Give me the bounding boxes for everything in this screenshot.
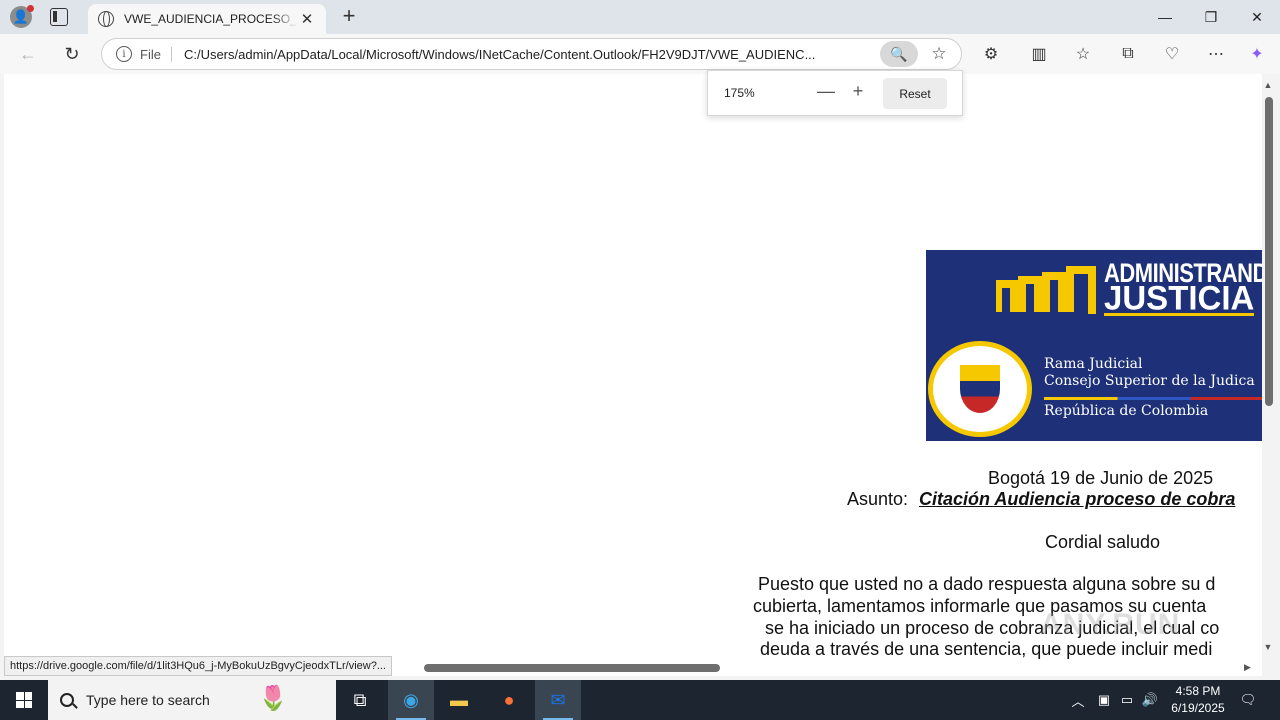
tab-close-icon[interactable]: ✕ xyxy=(298,10,316,28)
banner-consejo: Consejo Superior de la Judica xyxy=(1044,373,1255,389)
minimize-button[interactable]: — xyxy=(1142,0,1188,34)
copilot-icon[interactable]: ✦ xyxy=(1246,43,1268,65)
file-explorer-icon[interactable]: ▬ xyxy=(436,680,482,720)
page-content: ADMINISTRANDO JUSTICIA Rama Judicial Con… xyxy=(4,74,1262,676)
zoom-indicator-icon[interactable]: 🔍 xyxy=(880,41,918,67)
search-icon xyxy=(60,693,74,707)
site-info-icon[interactable]: i xyxy=(116,46,132,62)
banner-line2: JUSTICIA xyxy=(1104,278,1255,317)
title-bar: 👤 VWE_AUDIENCIA_PROCESO_REF ✕ + — ❐ ✕ xyxy=(0,0,1280,34)
task-view-icon[interactable]: ⧉ xyxy=(337,680,383,720)
close-window-button[interactable]: ✕ xyxy=(1234,0,1280,34)
search-placeholder: Type here to search xyxy=(86,692,210,708)
extensions-icon[interactable]: ⚙ xyxy=(980,43,1002,65)
show-hidden-icons-icon[interactable]: ︿ xyxy=(1068,680,1088,720)
globe-icon xyxy=(98,11,114,27)
add-favorite-star-icon[interactable]: ☆ xyxy=(928,43,950,65)
banner-flag-stripe xyxy=(1044,397,1262,400)
paragraph-line: deuda a través de una sentencia, que pue… xyxy=(760,639,1213,659)
banner-underline xyxy=(1104,313,1254,316)
start-button[interactable] xyxy=(0,680,48,720)
clock-date: 6/19/2025 xyxy=(1171,701,1225,715)
zoom-out-button[interactable]: — xyxy=(816,81,836,102)
paragraph-line: Puesto que usted no a dado respuesta alg… xyxy=(758,574,1216,594)
back-button[interactable]: ← xyxy=(16,42,40,66)
vertical-scrollbar[interactable]: ▲ ▼ xyxy=(1262,80,1274,660)
tab-active[interactable]: VWE_AUDIENCIA_PROCESO_REF ✕ xyxy=(88,4,326,34)
banner-rama: Rama Judicial xyxy=(1044,356,1143,372)
tab-actions-icon[interactable] xyxy=(50,8,68,26)
browser-toolbar: ← ↻ i File C:/Users/admin/AppData/Local/… xyxy=(0,34,1280,74)
collections-icon[interactable]: ⧉ xyxy=(1117,43,1139,65)
outlook-icon[interactable]: ✉ xyxy=(535,680,581,720)
vertical-scroll-thumb[interactable] xyxy=(1265,97,1273,406)
administrando-justicia-logo-icon xyxy=(996,266,1096,314)
device-icon[interactable]: ▣ xyxy=(1094,680,1114,720)
url-text[interactable]: C:/Users/admin/AppData/Local/Microsoft/W… xyxy=(184,47,868,62)
banner-republica: República de Colombia xyxy=(1044,403,1209,419)
scroll-down-icon[interactable]: ▼ xyxy=(1263,642,1273,652)
volume-icon[interactable]: 🔊 xyxy=(1140,680,1160,720)
network-icon[interactable]: ▭ xyxy=(1117,680,1137,720)
zoom-reset-button[interactable]: Reset xyxy=(883,78,947,109)
scroll-right-icon[interactable]: ▶ xyxy=(1244,662,1251,673)
subject-label: Asunto: xyxy=(847,489,909,509)
profile-notification-badge xyxy=(27,5,34,12)
address-bar[interactable]: i File C:/Users/admin/AppData/Local/Micr… xyxy=(101,38,962,70)
watermark-logo: ANY.RUN xyxy=(1040,608,1181,641)
file-scheme-label: File xyxy=(140,46,172,62)
date-line: Bogotá 19 de Junio de 2025 xyxy=(988,468,1214,488)
favorites-icon[interactable]: ☆ xyxy=(1072,43,1094,65)
subject-value[interactable]: Citación Audiencia proceso de cobra xyxy=(919,489,1235,510)
clock-time: 4:58 PM xyxy=(1175,684,1221,698)
taskbar: Type here to search 🌷 ⧉ ◉ ▬ ● ✉ ︿ ▣ ▭ 🔊 … xyxy=(0,680,1280,720)
settings-more-icon[interactable]: ⋯ xyxy=(1205,43,1227,65)
horizontal-scroll-thumb[interactable] xyxy=(424,664,720,672)
greeting: Cordial saludo xyxy=(1045,532,1161,552)
banner-institution: Rama Judicial Consejo Superior de la Jud… xyxy=(1044,356,1255,390)
colombia-coat-of-arms-icon xyxy=(928,341,1032,437)
new-tab-button[interactable]: + xyxy=(338,4,360,28)
tab-title: VWE_AUDIENCIA_PROCESO_REF xyxy=(124,12,298,26)
scroll-up-icon[interactable]: ▲ xyxy=(1263,80,1273,90)
zoom-in-button[interactable]: + xyxy=(848,81,868,102)
firefox-icon[interactable]: ● xyxy=(486,680,532,720)
notifications-icon[interactable]: 🗨 xyxy=(1236,680,1260,720)
taskbar-search[interactable]: Type here to search 🌷 xyxy=(48,680,336,720)
browser-essentials-icon[interactable]: ♡ xyxy=(1161,43,1183,65)
zoom-popup: 175% — + Reset xyxy=(707,70,963,116)
refresh-button[interactable]: ↻ xyxy=(60,42,84,66)
edge-taskbar-icon[interactable]: ◉ xyxy=(388,680,434,720)
windows-logo-icon xyxy=(16,692,32,708)
split-screen-icon[interactable]: ▥ xyxy=(1028,43,1050,65)
restore-button[interactable]: ❐ xyxy=(1188,0,1234,34)
rama-judicial-banner[interactable]: ADMINISTRANDO JUSTICIA Rama Judicial Con… xyxy=(926,250,1262,441)
link-status-url: https://drive.google.com/file/d/1lit3HQu… xyxy=(4,656,392,676)
zoom-level: 175% xyxy=(724,86,755,100)
system-clock[interactable]: 4:58 PM 6/19/2025 xyxy=(1160,683,1236,717)
search-highlight-flowers-icon: 🌷 xyxy=(258,685,288,712)
